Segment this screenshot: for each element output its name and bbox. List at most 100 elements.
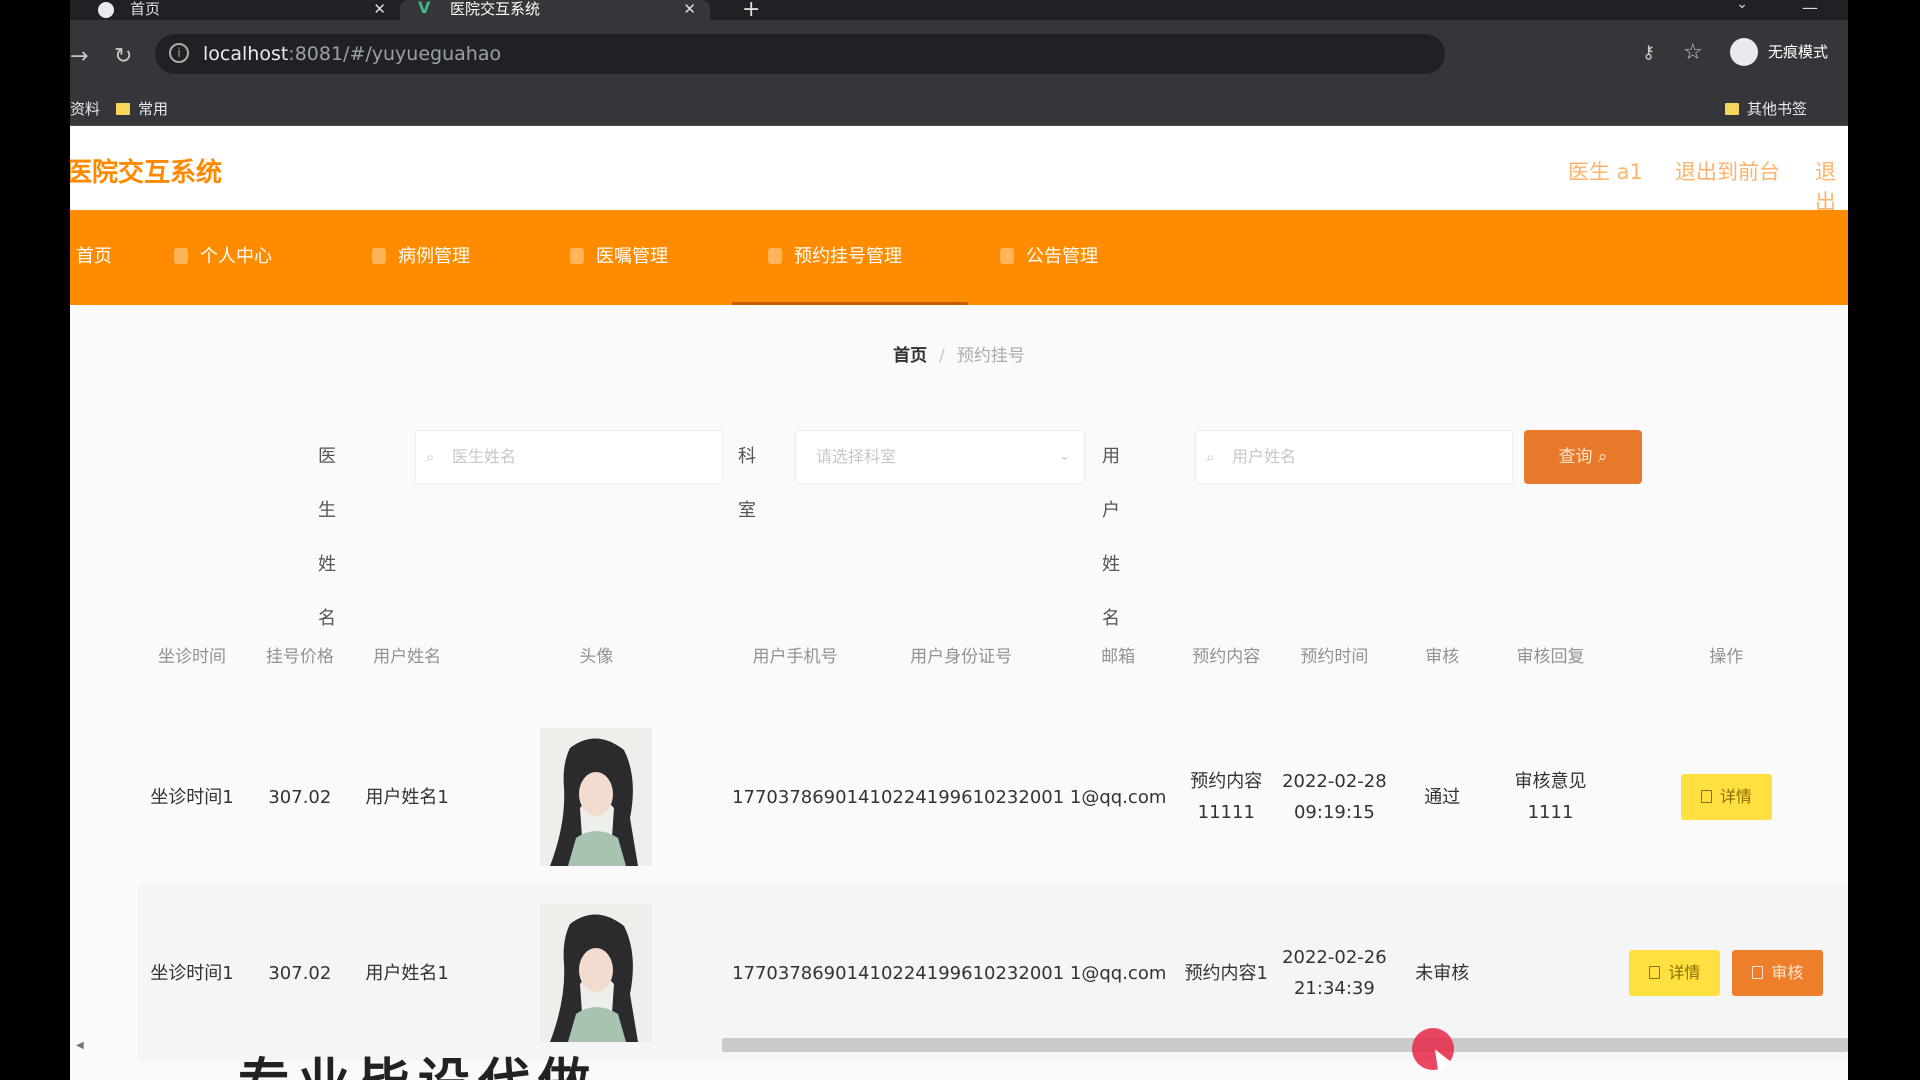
search-icon: ⌕: [1206, 448, 1215, 466]
query-button[interactable]: 查询 ⌕: [1524, 430, 1642, 484]
bookmark-label: 其他书签: [1747, 100, 1808, 118]
folder-icon: [116, 103, 130, 115]
incognito-label: 无痕模式: [1768, 43, 1829, 61]
right-letterbox: [1848, 0, 1920, 1080]
close-icon[interactable]: ✕: [683, 0, 696, 18]
col-header: 操作: [1709, 646, 1744, 667]
page-content: 首页 / 预约挂号 医生姓名 ⌕ 医生姓名 科室 请选择科室 ⌄ 用户姓名 ⌕ 用户…: [70, 305, 1848, 1080]
query-button-label: 查询: [1558, 447, 1593, 467]
user-name-label: 用户姓名: [1102, 446, 1120, 629]
forward-icon[interactable]: →: [70, 44, 88, 69]
menu-item-notices[interactable]: 公告管理: [1000, 210, 1098, 305]
audit-button-label: 审核: [1771, 963, 1804, 982]
col-header: 头像: [579, 646, 614, 667]
tab-hospital-system[interactable]: V 医院交互系统 ✕: [400, 0, 710, 20]
notice-icon: [1000, 248, 1014, 264]
cell-phone: 17703786901: [732, 709, 859, 885]
new-tab-icon[interactable]: +: [742, 0, 760, 22]
bookmark-changyong[interactable]: 常用: [116, 99, 168, 119]
document-icon: [1649, 966, 1661, 979]
cell-appt-time: 2022-02-26 21:34:39: [1280, 885, 1389, 1061]
col-header: 邮箱: [1101, 646, 1136, 667]
app-header: 医院交互系统 医生 a1 退出到前台 退出: [70, 126, 1848, 214]
url-host: localhost: [203, 43, 289, 65]
document-icon: [372, 248, 386, 264]
detail-button-label: 详情: [1668, 963, 1701, 982]
address-toolbar: → ↻ i localhost:8081/#/yuyueguahao ⚷ ☆ 无…: [70, 20, 1848, 92]
calendar-icon: [768, 248, 782, 264]
tab-home[interactable]: 首页 ✕: [80, 0, 400, 20]
cell-phone: 17703786901: [732, 885, 859, 1061]
menu-label: 医嘱管理: [596, 246, 668, 267]
tab-title: 医院交互系统: [450, 0, 541, 18]
detail-button[interactable]: 详情: [1680, 774, 1772, 820]
minimize-icon[interactable]: —: [1802, 0, 1818, 17]
password-key-icon[interactable]: ⚷: [1642, 42, 1655, 63]
document-icon: [1700, 790, 1712, 803]
scroll-left-icon[interactable]: ◀: [76, 1040, 84, 1051]
cell-actions: 详情: [1604, 709, 1848, 885]
site-info-icon[interactable]: i: [169, 43, 189, 63]
folder-icon: [1725, 103, 1739, 115]
app-title: 医院交互系统: [70, 158, 223, 188]
url-path: :8081/#/yuyueguahao: [288, 43, 502, 65]
menu-label: 个人中心: [200, 246, 272, 267]
cell-audit: 通过: [1388, 709, 1497, 885]
reload-icon[interactable]: ↻: [114, 44, 132, 69]
dept-label: 科室: [738, 446, 756, 521]
tab-strip: 首页 ✕ V 医院交互系统 ✕ + ⌄ —: [70, 0, 1848, 22]
cell-user: 用户姓名1: [353, 709, 461, 885]
close-icon[interactable]: ✕: [373, 0, 386, 18]
bookmark-ziliao[interactable]: 资料: [70, 99, 100, 119]
cell-avatar: [460, 709, 733, 885]
dept-select[interactable]: 请选择科室 ⌄: [795, 430, 1085, 484]
doctor-name-placeholder: 医生姓名: [452, 447, 517, 466]
bookmark-other[interactable]: 其他书签: [1725, 99, 1807, 119]
detail-button[interactable]: 详情: [1629, 950, 1721, 996]
breadcrumb-home[interactable]: 首页: [893, 346, 927, 366]
exit-to-frontend-link[interactable]: 退出到前台: [1675, 156, 1780, 186]
menu-label: 病例管理: [398, 246, 470, 267]
cell-price: 307.02: [246, 885, 354, 1061]
avatar: [540, 728, 653, 866]
user-name-placeholder: 用户姓名: [1232, 447, 1297, 466]
cell-idcard: 410224199610232001: [858, 885, 1065, 1061]
cell-user: 用户姓名1: [353, 885, 461, 1061]
cell-price: 307.02: [246, 709, 354, 885]
doctor-name-input[interactable]: ⌕ 医生姓名: [415, 430, 723, 484]
cell-idcard: 410224199610232001: [858, 709, 1065, 885]
url-field[interactable]: i localhost:8081/#/yuyueguahao: [155, 34, 1445, 74]
cell-email: 1@qq.com: [1064, 885, 1173, 1061]
menu-item-home[interactable]: 首页: [76, 210, 112, 305]
breadcrumb-current: 预约挂号: [956, 346, 1025, 366]
table-row: 坐诊时间1 307.02 用户姓名1 17703786901 410224199…: [138, 709, 1848, 885]
col-header: 预约时间: [1300, 646, 1369, 667]
cell-time: 坐诊时间1: [138, 885, 247, 1061]
menu-item-profile[interactable]: 个人中心: [174, 210, 272, 305]
tab-search-icon[interactable]: ⌄: [1736, 0, 1748, 12]
bookmark-star-icon[interactable]: ☆: [1683, 40, 1703, 65]
menu-item-appointments[interactable]: 预约挂号管理: [732, 210, 968, 305]
audit-button[interactable]: 审核: [1732, 950, 1824, 996]
cell-avatar: [460, 885, 733, 1061]
incognito-indicator[interactable]: 无痕模式: [1730, 38, 1828, 66]
watermark-overlay-text: 专业毕设代做: [238, 1054, 598, 1080]
main-menu: 首页 个人中心 病例管理 医嘱管理 预约挂号管理 公告管理: [70, 210, 1848, 305]
user-name-input[interactable]: ⌕ 用户姓名: [1195, 430, 1513, 484]
breadcrumb: 首页 / 预约挂号: [893, 346, 1025, 366]
horizontal-scrollbar[interactable]: [722, 1038, 1848, 1052]
col-header: 用户手机号: [752, 646, 838, 667]
incognito-icon: [1730, 38, 1758, 66]
dept-placeholder: 请选择科室: [816, 447, 897, 466]
menu-item-cases[interactable]: 病例管理: [372, 210, 470, 305]
menu-label: 公告管理: [1026, 246, 1098, 267]
logout-link[interactable]: 退出: [1815, 156, 1848, 216]
chevron-down-icon: ⌄: [1059, 449, 1070, 464]
cell-email: 1@qq.com: [1064, 709, 1173, 885]
vue-icon: V: [418, 0, 431, 17]
menu-item-orders[interactable]: 医嘱管理: [570, 210, 668, 305]
edit-icon: [1752, 966, 1764, 979]
menu-label: 首页: [76, 246, 112, 267]
bookmark-label: 常用: [138, 100, 169, 118]
col-header: 审核: [1425, 646, 1460, 667]
